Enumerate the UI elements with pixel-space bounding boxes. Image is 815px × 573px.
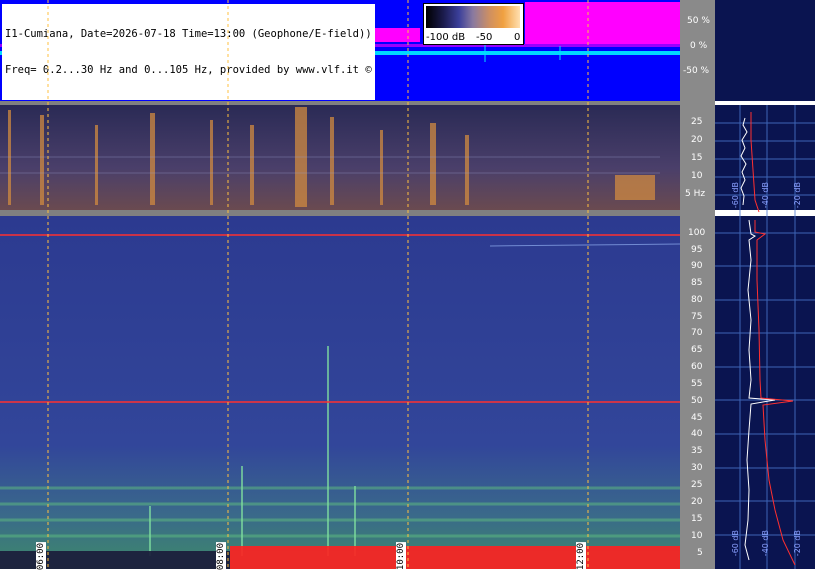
time-label-1200: 12:00 (576, 542, 586, 572)
high-tick-45: 45 (691, 413, 703, 423)
high-tick-35: 35 (691, 446, 703, 456)
time-label-1000: 10:00 (396, 542, 406, 572)
side-label-top-3: -20 dB (793, 182, 802, 209)
low-tick-5: 5 Hz (685, 189, 706, 199)
side-label-bottom-2: -40 dB (761, 530, 770, 557)
high-tick-65: 65 (691, 345, 703, 355)
low-tick-10: 10 (691, 171, 703, 181)
high-tick-70: 70 (691, 328, 703, 338)
side-label-bottom-3: -20 dB (793, 530, 802, 557)
high-tick-55: 55 (691, 379, 703, 389)
waveform-tick-neg50: -50 % (683, 66, 710, 76)
high-tick-85: 85 (691, 278, 703, 288)
waveform-tick-0: 0 % (690, 41, 708, 51)
low-tick-25: 25 (691, 117, 703, 127)
high-tick-100: 100 (688, 228, 706, 238)
high-tick-90: 90 (691, 261, 703, 271)
low-tick-15: 15 (691, 153, 703, 163)
spectrum-profile-panel: -60 dB -40 dB -20 dB -60 dB -40 dB -20 d… (715, 0, 815, 569)
time-label-0600: 06:00 (36, 542, 46, 572)
high-tick-15: 15 (691, 514, 703, 524)
low-tick-20: 20 (691, 135, 703, 145)
high-tick-20: 20 (691, 497, 703, 507)
frequency-axis-strip: 50 % 0 % -50 % 25 20 15 10 5 Hz 100 90 9… (680, 0, 715, 569)
high-tick-95: 95 (691, 245, 703, 255)
high-tick-30: 30 (691, 463, 703, 473)
high-tick-75: 75 (691, 312, 703, 322)
side-label-top-1: -60 dB (731, 182, 740, 209)
high-tick-80: 80 (691, 295, 703, 305)
waveform-tick-50: 50 % (687, 16, 710, 26)
time-label-0800: 08:00 (216, 542, 226, 572)
side-label-bottom-1: -60 dB (731, 530, 740, 557)
high-tick-10: 10 (691, 531, 703, 541)
high-tick-25: 25 (691, 480, 703, 490)
high-tick-60: 60 (691, 362, 703, 372)
high-tick-50: 50 (691, 396, 703, 406)
time-marker-lines (47, 0, 589, 569)
high-tick-5: 5 (697, 548, 703, 558)
high-tick-40: 40 (691, 429, 703, 439)
side-label-top-2: -40 dB (761, 182, 770, 209)
spectrum-profile-plot (715, 0, 815, 569)
